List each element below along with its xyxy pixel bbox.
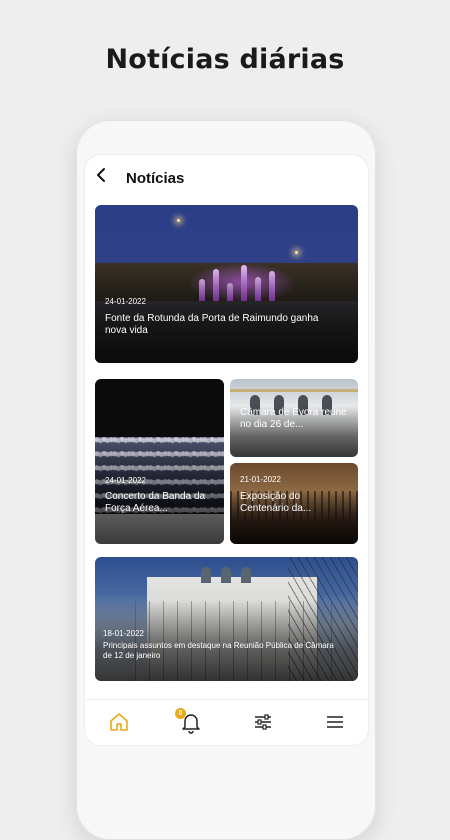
back-button[interactable] bbox=[95, 167, 109, 187]
card-image bbox=[230, 389, 358, 392]
menu-icon bbox=[327, 716, 343, 728]
news-title: Principais assuntos em destaque na Reuni… bbox=[103, 641, 334, 660]
news-card[interactable]: 18-01-2022 Principais assuntos em destaq… bbox=[95, 557, 358, 681]
building-window bbox=[241, 567, 251, 583]
news-title: Concerto da Banda da Força Aérea... bbox=[105, 491, 206, 514]
promo-headline: Notícias diárias bbox=[105, 44, 345, 75]
news-card[interactable]: 24-01-2022 Concerto da Banda da Força Aé… bbox=[95, 379, 224, 544]
news-card[interactable]: 21-01-2022 Exposição do Centenário da... bbox=[230, 463, 358, 544]
building-window bbox=[221, 567, 231, 583]
news-date: 21-01-2022 bbox=[240, 475, 281, 484]
news-title: Câmara de Évora reúne no dia 26 de... bbox=[240, 407, 347, 430]
chevron-left-icon bbox=[97, 168, 105, 182]
sliders-icon bbox=[255, 714, 271, 730]
news-card[interactable]: 24-01-2022 Fonte da Rotunda da Porta de … bbox=[95, 205, 358, 363]
nav-menu-button[interactable] bbox=[323, 710, 347, 734]
street-light bbox=[177, 219, 180, 222]
card-gradient bbox=[95, 260, 358, 363]
phone-side-button bbox=[375, 270, 378, 350]
page-title: Notícias bbox=[126, 170, 185, 187]
news-date: 18-01-2022 bbox=[103, 629, 144, 638]
news-date: 24-01-2022 bbox=[105, 297, 146, 306]
news-date: 24-01-2022 bbox=[105, 476, 146, 485]
news-card[interactable]: Câmara de Évora reúne no dia 26 de... bbox=[230, 379, 358, 457]
app-screen: Notícias 24-01-2022 Fonte da Rotunda da … bbox=[85, 155, 368, 745]
phone-side-button bbox=[73, 340, 76, 390]
top-app-bar: Notícias bbox=[85, 155, 368, 203]
news-title: Exposição do Centenário da... bbox=[240, 491, 312, 514]
news-title: Fonte da Rotunda da Porta de Raimundo ga… bbox=[105, 313, 319, 336]
home-icon bbox=[110, 713, 128, 731]
nav-filters-button[interactable] bbox=[251, 710, 275, 734]
phone-side-button bbox=[73, 215, 76, 301]
nav-home-button[interactable] bbox=[107, 710, 131, 734]
building-window bbox=[201, 567, 211, 583]
street-light bbox=[295, 251, 298, 254]
bottom-nav: 0 bbox=[85, 699, 368, 745]
notification-badge: 0 bbox=[175, 708, 186, 719]
